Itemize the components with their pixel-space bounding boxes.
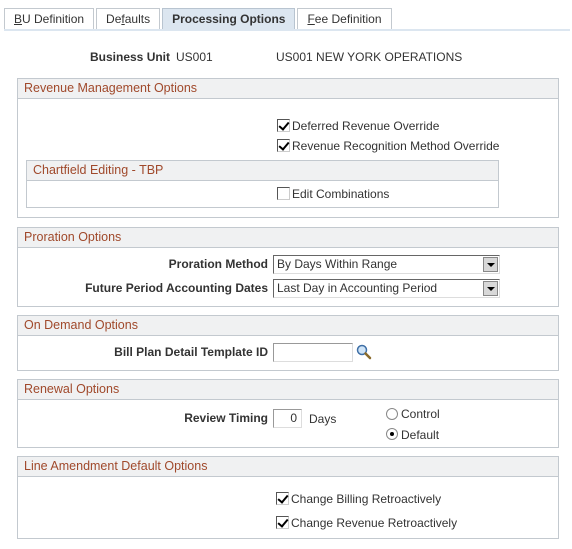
change-revenue-label: Change Revenue Retroactively [291, 516, 458, 530]
template-id-label: Bill Plan Detail Template ID [114, 345, 268, 359]
tab-bu-definition[interactable]: BU Definition [4, 8, 95, 30]
tab-label: aults [124, 12, 151, 26]
edit-combinations-checkbox[interactable] [277, 187, 290, 200]
group-header: On Demand Options [18, 316, 558, 336]
renewal-group: Renewal Options Review Timing 0 Days Con… [17, 379, 559, 448]
tab-label: De [106, 12, 122, 26]
tab-defaults[interactable]: Defaults [96, 8, 161, 30]
future-dates-label: Future Period Accounting Dates [85, 281, 268, 295]
tab-label: U Definition [22, 12, 85, 26]
review-timing-label: Review Timing [184, 411, 268, 425]
group-header: Chartfield Editing - TBP [27, 161, 498, 181]
chartfield-editing-group: Chartfield Editing - TBP Edit Combinatio… [26, 160, 499, 208]
group-header: Renewal Options [18, 380, 558, 400]
selected-value: Last Day in Accounting Period [277, 281, 438, 295]
tab-processing-options[interactable]: Processing Options [162, 8, 296, 30]
review-timing-unit: Days [309, 412, 337, 426]
revenue-recognition-override-label: Revenue Recognition Method Override [292, 139, 500, 153]
dropdown-arrow-icon[interactable] [483, 257, 498, 272]
template-id-input[interactable] [273, 343, 353, 362]
lookup-magnifier-icon[interactable] [356, 344, 372, 360]
tab-label: ee Definition [314, 12, 382, 26]
revenue-recognition-override-checkbox[interactable] [277, 139, 290, 152]
default-radio[interactable] [386, 428, 398, 440]
change-revenue-checkbox[interactable] [276, 516, 289, 529]
change-billing-label: Change Billing Retroactively [291, 492, 442, 506]
group-header: Proration Options [18, 228, 558, 248]
control-radio-label: Control [401, 407, 440, 421]
tab-label: Processing Options [172, 12, 286, 26]
future-dates-select[interactable]: Last Day in Accounting Period [273, 279, 500, 298]
group-header: Revenue Management Options [18, 79, 558, 99]
deferred-revenue-override-label: Deferred Revenue Override [292, 119, 440, 133]
deferred-revenue-override-checkbox[interactable] [277, 119, 290, 132]
on-demand-group: On Demand Options Bill Plan Detail Templ… [17, 315, 559, 371]
change-billing-checkbox[interactable] [276, 492, 289, 505]
line-amendment-group: Line Amendment Default Options Change Bi… [17, 456, 559, 539]
selected-value: By Days Within Range [277, 257, 398, 271]
business-unit-description: US001 NEW YORK OPERATIONS [276, 50, 463, 64]
control-radio[interactable] [386, 408, 398, 420]
review-timing-input[interactable]: 0 [273, 409, 302, 428]
tab-accesskey: F [307, 12, 315, 26]
tab-underline [4, 29, 570, 31]
group-header: Line Amendment Default Options [18, 457, 558, 477]
tab-bar: BU Definition Defaults Processing Option… [4, 8, 394, 30]
proration-method-select[interactable]: By Days Within Range [273, 255, 500, 274]
revenue-management-group: Revenue Management Options Deferred Reve… [17, 78, 559, 218]
proration-method-label: Proration Method [168, 257, 268, 271]
dropdown-arrow-icon[interactable] [483, 281, 498, 296]
default-radio-label: Default [401, 428, 440, 442]
proration-group: Proration Options Proration Method By Da… [17, 227, 559, 307]
business-unit-value: US001 [176, 50, 213, 64]
tab-fee-definition[interactable]: Fee Definition [297, 8, 392, 30]
business-unit-row: Business Unit US001 US001 NEW YORK OPERA… [0, 50, 572, 66]
business-unit-label: Business Unit [90, 50, 171, 64]
tab-accesskey: B [14, 12, 23, 26]
edit-combinations-label: Edit Combinations [292, 187, 390, 201]
